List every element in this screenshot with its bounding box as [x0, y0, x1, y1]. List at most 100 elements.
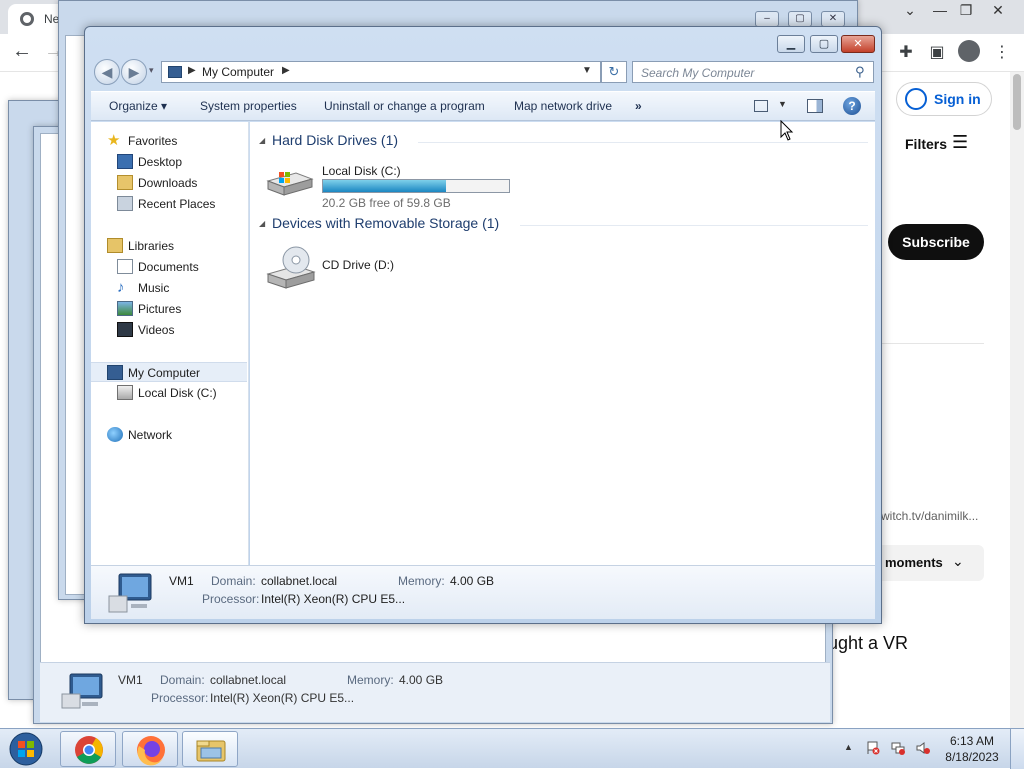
volume-muted-icon[interactable]	[916, 741, 930, 755]
computer-name: VM1	[169, 574, 194, 588]
scrollbar-thumb[interactable]	[1013, 74, 1021, 130]
filter-sliders-icon[interactable]: ☰	[952, 132, 968, 153]
browser-restore-button[interactable]: ❐	[952, 1, 980, 21]
taskbar: ▲ 6:13 AM 8/18/2023	[0, 728, 1024, 769]
nav-label: Downloads	[138, 176, 198, 190]
browser-close-button[interactable]: ✕	[984, 1, 1012, 21]
back-arrow-icon[interactable]: ◀	[94, 59, 120, 85]
close-button[interactable]: ✕	[821, 11, 845, 27]
clock-time[interactable]: 6:13 AM	[942, 734, 1002, 748]
search-icon[interactable]: ⚲	[855, 64, 865, 80]
star-icon: ★	[107, 132, 121, 149]
command-bar: Organize ▾ System properties Uninstall o…	[91, 91, 875, 121]
system-properties-button[interactable]: System properties	[200, 99, 297, 113]
drive-usage-bar	[322, 179, 510, 193]
drive-item-d[interactable]: CD Drive (D:)	[266, 244, 516, 292]
group-divider	[418, 142, 868, 143]
minimize-button[interactable]: –	[755, 11, 779, 27]
nav-favorites[interactable]: ★ Favorites	[91, 131, 247, 151]
subscribe-button[interactable]: Subscribe	[888, 224, 984, 260]
nav-label: Network	[128, 428, 173, 442]
map-network-drive-button[interactable]: Map network drive	[514, 99, 612, 113]
chevron-down-icon[interactable]: ⌄	[896, 1, 924, 21]
uninstall-program-button[interactable]: Uninstall or change a program	[324, 99, 485, 113]
computer-name: VM1	[118, 673, 143, 687]
nav-label: Libraries	[128, 239, 175, 253]
documents-icon	[117, 259, 133, 274]
nav-videos[interactable]: Videos	[91, 320, 247, 340]
key-moments-button[interactable]: moments ⌄	[876, 545, 984, 581]
network-tray-icon[interactable]	[891, 741, 905, 755]
drive-item-c[interactable]: Local Disk (C:) 20.2 GB free of 59.8 GB	[266, 159, 516, 210]
taskbar-firefox-button[interactable]	[122, 731, 178, 767]
nav-libraries[interactable]: Libraries	[91, 236, 247, 256]
mouse-pointer-icon	[780, 120, 794, 141]
nav-desktop[interactable]: Desktop	[91, 152, 247, 172]
more-commands-button[interactable]: »	[635, 99, 642, 113]
explorer-window[interactable]: ▁ ▢ ✕ ◀ ▶ ▾ ▶ My Computer ▶ ▼ ↻ Search M…	[84, 26, 882, 624]
browser-scrollbar[interactable]	[1010, 72, 1024, 728]
breadcrumb-location[interactable]: My Computer	[202, 65, 274, 79]
minimize-button[interactable]: ▁	[777, 35, 805, 53]
channel-link[interactable]: witch.tv/danimilk...	[881, 509, 978, 523]
address-bar[interactable]: ▶ My Computer ▶ ▼	[161, 61, 601, 83]
browser-minimize-button[interactable]: —	[926, 1, 954, 21]
firefox-icon	[137, 736, 165, 766]
breadcrumb-arrow-icon[interactable]: ▶	[282, 65, 290, 76]
filters-button[interactable]: Filters	[905, 136, 947, 152]
group-header-removable[interactable]: Devices with Removable Storage (1)	[272, 215, 499, 231]
show-hidden-icons-icon[interactable]: ▲	[844, 742, 853, 752]
background-details-pane: VM1 Domain: collabnet.local Memory: 4.00…	[40, 662, 830, 722]
address-history-dropdown-icon[interactable]: ▼	[582, 65, 592, 76]
extensions-puzzle-icon[interactable]: ✚	[896, 42, 916, 62]
change-view-icon[interactable]	[754, 100, 768, 112]
recent-pages-dropdown-icon[interactable]: ▾	[149, 65, 154, 76]
organize-menu[interactable]: Organize ▾	[109, 99, 167, 113]
preview-pane-icon[interactable]	[807, 99, 823, 113]
close-button[interactable]: ✕	[841, 35, 875, 53]
nav-my-computer[interactable]: My Computer	[91, 362, 247, 382]
pictures-icon	[117, 301, 133, 316]
start-orb-icon[interactable]	[6, 731, 46, 767]
breadcrumb-arrow-icon[interactable]: ▶	[188, 65, 196, 76]
collapse-triangle-icon[interactable]: ◢	[259, 219, 265, 228]
show-desktop-button[interactable]	[1010, 729, 1024, 769]
nav-label: Music	[138, 281, 170, 295]
help-icon[interactable]: ?	[843, 97, 861, 115]
search-input[interactable]: Search My Computer ⚲	[632, 61, 874, 83]
libraries-icon	[107, 238, 123, 253]
taskbar-chrome-button[interactable]	[60, 731, 116, 767]
nav-pictures[interactable]: Pictures	[91, 299, 247, 319]
nav-local-disk-c[interactable]: Local Disk (C:)	[91, 383, 247, 403]
view-options-dropdown-icon[interactable]: ▼	[778, 99, 787, 109]
chrome-favicon-icon	[20, 12, 34, 26]
windows-explorer-icon	[196, 740, 226, 762]
nav-downloads[interactable]: Downloads	[91, 173, 247, 193]
maximize-button[interactable]: ▢	[810, 35, 838, 53]
back-arrow-icon[interactable]: ←	[12, 40, 32, 63]
maximize-button[interactable]: ▢	[788, 11, 812, 27]
nav-music[interactable]: ♪ Music	[91, 278, 247, 298]
forward-arrow-icon[interactable]: ▶	[121, 59, 147, 85]
chrome-icon	[75, 736, 103, 764]
profile-avatar-icon[interactable]	[958, 40, 980, 62]
nav-documents[interactable]: Documents	[91, 257, 247, 277]
processor-label: Processor:	[202, 592, 260, 606]
computer-icon	[108, 573, 152, 613]
collapse-triangle-icon[interactable]: ◢	[259, 136, 265, 145]
side-panel-icon[interactable]: ▣	[927, 42, 947, 62]
search-placeholder: Search My Computer	[641, 66, 755, 80]
refresh-button[interactable]: ↻	[601, 61, 627, 83]
nav-label: Pictures	[138, 302, 182, 316]
computer-icon	[107, 365, 123, 380]
sign-in-button[interactable]: Sign in	[896, 82, 992, 116]
nav-network[interactable]: Network	[91, 425, 247, 445]
group-header-hard-disk[interactable]: Hard Disk Drives (1)	[272, 132, 398, 148]
chevron-down-icon: ⌄	[952, 553, 964, 569]
video-title-snippet[interactable]: ught a VR	[828, 633, 908, 654]
action-center-flag-icon[interactable]	[866, 741, 880, 755]
clock-date[interactable]: 8/18/2023	[942, 750, 1002, 764]
kebab-menu-icon[interactable]: ⋮	[992, 42, 1012, 62]
nav-recent-places[interactable]: Recent Places	[91, 194, 247, 214]
taskbar-explorer-button[interactable]	[182, 731, 238, 767]
